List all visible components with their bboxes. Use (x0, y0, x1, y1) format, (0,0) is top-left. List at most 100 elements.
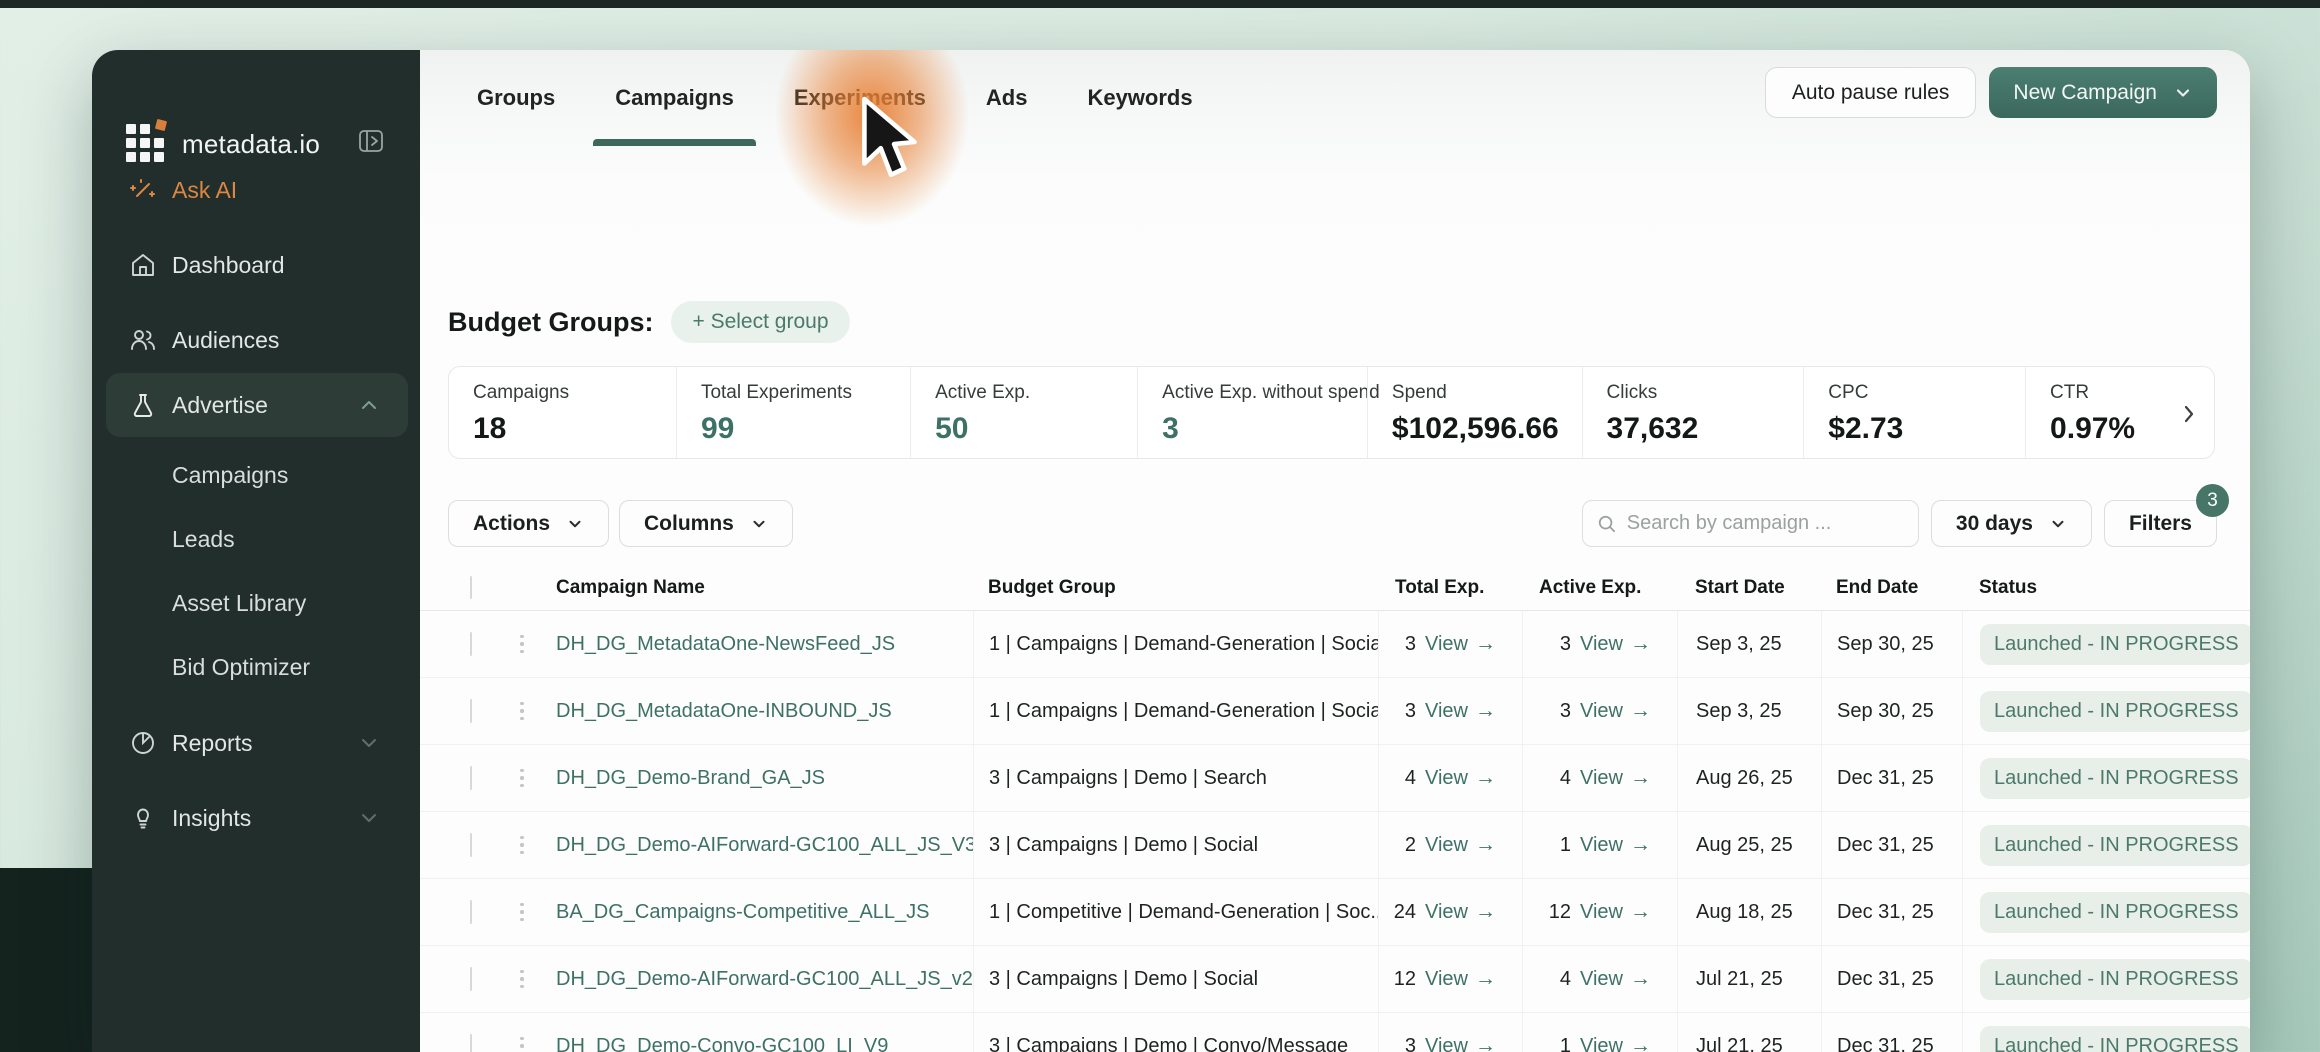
drag-handle-icon[interactable] (520, 970, 524, 989)
arrow-right-icon: → (1475, 632, 1496, 656)
campaign-name-link[interactable]: DH_DG_Demo-AIForward-GC100_ALL_JS_v2 (556, 968, 973, 990)
total-exp-view-link[interactable]: View→ (1425, 699, 1496, 723)
stat-card-total-experiments: Total Experiments99 (676, 367, 910, 458)
arrow-right-icon: → (1630, 1034, 1651, 1052)
chevron-right-icon[interactable] (2178, 403, 2200, 425)
stat-card-active-exp-: Active Exp.50 (910, 367, 1137, 458)
row-checkbox[interactable] (470, 766, 472, 790)
tab-campaigns[interactable]: Campaigns (615, 50, 734, 146)
budget-group-cell: 1 | Campaigns | Demand-Generation | Soci… (973, 678, 1378, 744)
columns-dropdown[interactable]: Columns (619, 500, 793, 547)
actions-dropdown[interactable]: Actions (448, 500, 609, 547)
total-exp-view-link[interactable]: View→ (1425, 833, 1496, 857)
total-exp-view-link[interactable]: View→ (1425, 967, 1496, 991)
end-date-cell: Dec 31, 25 (1821, 745, 1962, 811)
select-group-chip[interactable]: + Select group (671, 301, 849, 343)
stat-value: 18 (473, 412, 676, 446)
stat-card-clicks: Clicks37,632 (1582, 367, 1804, 458)
campaign-name-link[interactable]: DH_DG_MetadataOne-NewsFeed_JS (556, 633, 895, 655)
active-exp-view-link[interactable]: View→ (1580, 699, 1651, 723)
total-exp-cell: 12View→ (1378, 946, 1522, 1012)
row-checkbox[interactable] (470, 632, 472, 656)
budget-groups-heading: Budget Groups: (448, 307, 653, 338)
campaign-name-link[interactable]: DH_DG_Demo-Convo-GC100_LI_V9 (556, 1035, 888, 1052)
active-exp-cell: 4 View→ (1522, 745, 1677, 811)
row-checkbox[interactable] (470, 1034, 472, 1052)
active-exp-view-link[interactable]: View→ (1580, 766, 1651, 790)
budget-group-cell: 3 | Campaigns | Demo | Social (973, 812, 1378, 878)
budget-groups-section: Budget Groups: + Select group (448, 301, 850, 343)
total-exp-view-link[interactable]: View→ (1425, 766, 1496, 790)
active-exp-cell: 1View→ (1522, 1013, 1677, 1052)
tab-groups[interactable]: Groups (477, 50, 555, 146)
stat-card-campaigns: Campaigns18 (449, 367, 676, 458)
tab-keywords[interactable]: Keywords (1087, 50, 1192, 146)
drag-handle-icon[interactable] (520, 1037, 524, 1052)
sidebar-item-audiences[interactable]: Audiences (92, 312, 420, 368)
sidebar-subitem-bid-optimizer[interactable]: Bid Optimizer (172, 654, 310, 681)
table-row: DH_DG_MetadataOne-NewsFeed_JS 1 | Campaig… (420, 611, 2250, 678)
sidebar-subitem-leads[interactable]: Leads (172, 526, 235, 553)
column-header-campaign-name[interactable]: Campaign Name (556, 577, 973, 599)
arrow-right-icon: → (1475, 967, 1496, 991)
total-exp-count: 3 (1405, 633, 1416, 656)
drag-handle-icon[interactable] (520, 769, 524, 788)
new-campaign-button[interactable]: New Campaign (1989, 67, 2217, 118)
total-exp-view-link[interactable]: View→ (1425, 1034, 1496, 1052)
tab-experiments[interactable]: Experiments (794, 50, 926, 146)
active-exp-view-link[interactable]: View→ (1580, 967, 1651, 991)
status-badge: Launched - IN PROGRESS (1980, 624, 2250, 665)
stat-value: 3 (1162, 412, 1367, 446)
total-exp-cell: 3View→ (1378, 678, 1522, 744)
column-header-total-exp[interactable]: Total Exp. (1378, 577, 1522, 599)
sidebar-subitem-campaigns[interactable]: Campaigns (172, 462, 288, 489)
column-header-active-exp[interactable]: Active Exp. (1522, 577, 1677, 599)
auto-pause-rules-button[interactable]: Auto pause rules (1765, 67, 1977, 118)
sidebar-collapse-icon[interactable] (358, 128, 384, 154)
active-exp-view-link[interactable]: View→ (1580, 833, 1651, 857)
drag-handle-icon[interactable] (520, 635, 524, 654)
sidebar-subitem-asset-library[interactable]: Asset Library (172, 590, 306, 617)
campaign-search[interactable] (1582, 500, 1919, 547)
campaign-name-link[interactable]: DH_DG_Demo-AIForward-GC100_ALL_JS_V3 (556, 834, 973, 856)
drag-handle-icon[interactable] (520, 702, 524, 721)
total-exp-view-link[interactable]: View→ (1425, 632, 1496, 656)
active-exp-view-link[interactable]: View→ (1580, 632, 1651, 656)
campaign-name-link[interactable]: DH_DG_MetadataOne-INBOUND_JS (556, 700, 892, 722)
active-exp-view-link[interactable]: View→ (1580, 900, 1651, 924)
search-input[interactable] (1627, 512, 1904, 535)
budget-group-cell: 1 | Campaigns | Demand-Generation | Soci… (973, 611, 1378, 677)
total-exp-view-link[interactable]: View→ (1425, 900, 1496, 924)
magic-wand-icon (128, 175, 158, 205)
sidebar-item-dashboard[interactable]: Dashboard (92, 237, 420, 293)
tab-ads[interactable]: Ads (986, 50, 1028, 146)
active-exp-count: 4 (1560, 767, 1571, 790)
column-header-budget-group[interactable]: Budget Group (973, 577, 1378, 599)
arrow-right-icon: → (1630, 833, 1651, 857)
sidebar-item-advertise[interactable]: Advertise (92, 377, 420, 433)
row-checkbox[interactable] (470, 699, 472, 723)
campaign-name-link[interactable]: BA_DG_Campaigns-Competitive_ALL_JS (556, 901, 930, 923)
sidebar-item-label: Ask AI (172, 177, 237, 204)
status-cell: Launched - IN PROGRESS (1962, 745, 2250, 811)
stat-value: 99 (701, 412, 910, 446)
row-checkbox[interactable] (470, 967, 472, 991)
drag-handle-icon[interactable] (520, 836, 524, 855)
select-all-checkbox[interactable] (470, 576, 472, 599)
column-header-start-date[interactable]: Start Date (1677, 577, 1821, 599)
sidebar-item-insights[interactable]: Insights (92, 790, 420, 846)
campaign-name-link[interactable]: DH_DG_Demo-Brand_GA_JS (556, 767, 825, 789)
sidebar-item-reports[interactable]: Reports (92, 715, 420, 771)
active-exp-count: 12 (1549, 901, 1571, 924)
column-header-end-date[interactable]: End Date (1821, 577, 1962, 599)
stat-label: Active Exp. without spend (1162, 382, 1367, 404)
sidebar-item-ask-ai[interactable]: Ask AI (92, 162, 420, 218)
row-checkbox[interactable] (470, 900, 472, 924)
date-range-dropdown[interactable]: 30 days (1931, 500, 2092, 547)
active-exp-view-link[interactable]: View→ (1580, 1034, 1651, 1052)
row-checkbox[interactable] (470, 833, 472, 857)
column-header-status[interactable]: Status (1962, 577, 2250, 599)
stat-value: $2.73 (1828, 412, 2025, 446)
header-actions: Auto pause rules New Campaign (1765, 67, 2217, 118)
drag-handle-icon[interactable] (520, 903, 524, 922)
